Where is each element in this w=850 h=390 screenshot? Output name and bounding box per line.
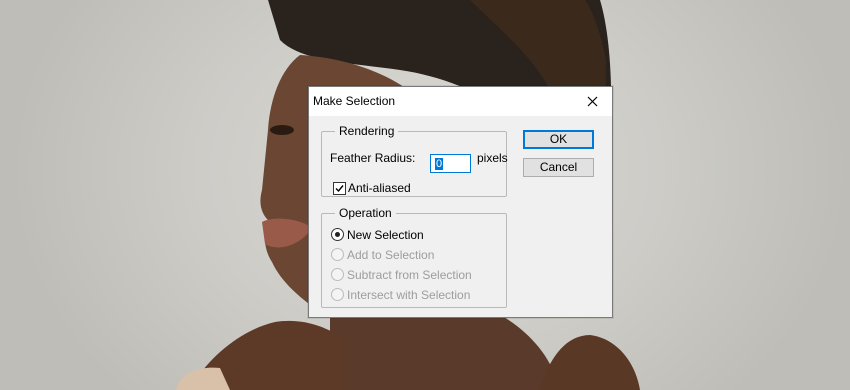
- cancel-button[interactable]: Cancel: [523, 158, 594, 177]
- add-to-selection-label[interactable]: Add to Selection: [347, 248, 434, 262]
- radio-selected-dot: [335, 232, 340, 237]
- checkmark-icon: [335, 185, 344, 193]
- new-selection-label[interactable]: New Selection: [347, 228, 424, 242]
- dialog-title: Make Selection: [313, 94, 396, 108]
- feather-radius-value: 0: [435, 158, 444, 170]
- feather-radius-unit: pixels: [477, 151, 508, 165]
- new-selection-radio[interactable]: [331, 228, 344, 241]
- operation-group: Operation New Selection Add to Selection…: [321, 206, 507, 308]
- rendering-legend: Rendering: [335, 124, 399, 138]
- anti-aliased-label[interactable]: Anti-aliased: [348, 181, 411, 195]
- make-selection-dialog: Make Selection Rendering Feather Radius:…: [308, 86, 613, 318]
- ok-button[interactable]: OK: [523, 130, 594, 149]
- feather-radius-label: Feather Radius:: [330, 151, 416, 165]
- intersect-with-selection-radio[interactable]: [331, 288, 344, 301]
- feather-radius-input[interactable]: 0: [430, 154, 471, 173]
- close-button[interactable]: [572, 87, 612, 116]
- subtract-from-selection-radio[interactable]: [331, 268, 344, 281]
- anti-aliased-checkbox[interactable]: [333, 182, 346, 195]
- close-icon: [587, 96, 597, 107]
- subtract-from-selection-label[interactable]: Subtract from Selection: [347, 268, 472, 282]
- rendering-group: Rendering Feather Radius: 0 pixels Anti-…: [321, 124, 508, 197]
- dialog-titlebar: Make Selection: [309, 87, 612, 116]
- add-to-selection-radio[interactable]: [331, 248, 344, 261]
- intersect-with-selection-label[interactable]: Intersect with Selection: [347, 288, 470, 302]
- operation-legend: Operation: [335, 206, 396, 220]
